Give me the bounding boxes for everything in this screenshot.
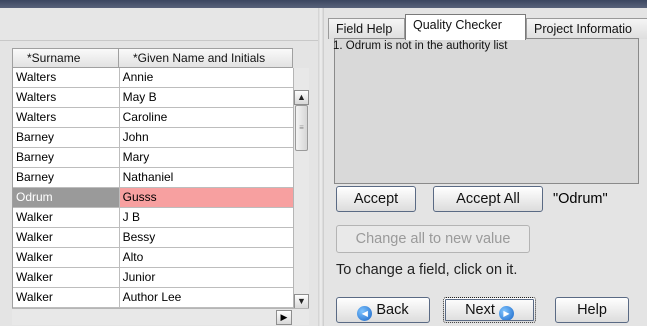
cell-surname[interactable]: Walker (13, 228, 120, 247)
quality-checker-pane: Field Help Quality Checker Project Infor… (324, 8, 647, 326)
chevron-down-icon[interactable]: ▼ (294, 294, 309, 309)
cell-surname[interactable]: Barney (13, 128, 120, 147)
tab-quality-checker[interactable]: Quality Checker (405, 14, 526, 40)
cell-given-name[interactable]: J B (120, 208, 293, 227)
quality-message: 1. Odrum is not in the authority list (333, 40, 508, 52)
cell-given-name[interactable]: Nathaniel (120, 168, 293, 187)
table-row[interactable]: Barney Nathaniel (13, 168, 293, 188)
cell-surname[interactable]: Walters (13, 88, 120, 107)
grid-toolbar (0, 8, 318, 41)
cell-given-name[interactable]: Bessy (120, 228, 293, 247)
window-title-bar (0, 0, 647, 8)
table-row[interactable]: Walters Caroline (13, 108, 293, 128)
back-button[interactable]: ◀ Back (336, 297, 430, 323)
table-row[interactable]: Walters May B (13, 88, 293, 108)
table-row[interactable]: Walker Author Lee (13, 288, 293, 308)
accept-all-button[interactable]: Accept All (433, 186, 543, 212)
current-value-label: "Odrum" (553, 191, 608, 207)
cell-given-name[interactable]: Caroline (120, 108, 293, 127)
cell-given-name[interactable]: Junior (120, 268, 293, 287)
quality-message-box (334, 38, 639, 184)
back-button-label: Back (376, 302, 409, 318)
cell-surname[interactable]: Walker (13, 288, 120, 307)
instruction-text: To change a field, click on it. (336, 262, 518, 278)
cell-surname[interactable]: Walker (13, 208, 120, 227)
column-header-surname[interactable]: *Surname (12, 48, 119, 68)
scrollbar-thumb[interactable]: ≡ (295, 105, 308, 151)
next-button-label: Next (465, 302, 495, 318)
horizontal-scrollbar[interactable]: ▶ (12, 308, 309, 325)
cell-given-name[interactable]: Alto (120, 248, 293, 267)
tab-bar: Field Help Quality Checker Project Infor… (328, 14, 647, 40)
table-row[interactable]: Barney John (13, 128, 293, 148)
cell-surname[interactable]: Barney (13, 168, 120, 187)
change-all-button[interactable]: Change all to new value (336, 225, 530, 253)
records-pane: *Surname *Given Name and Initials Walter… (0, 8, 318, 326)
cell-surname[interactable]: Walters (13, 68, 120, 87)
cell-given-name[interactable]: John (120, 128, 293, 147)
cell-given-name[interactable]: Annie (120, 68, 293, 87)
cell-surname[interactable]: Walters (13, 108, 120, 127)
table-row[interactable]: Barney Mary (13, 148, 293, 168)
table-row[interactable]: Walters Annie (13, 68, 293, 88)
left-arrow-circle-icon: ◀ (357, 306, 373, 321)
table-row[interactable]: Walker J B (13, 208, 293, 228)
vertical-scrollbar[interactable]: ▲ ≡ ▼ (293, 68, 309, 309)
cell-given-name[interactable]: Gusss (119, 188, 293, 207)
cell-surname[interactable]: Odrum (13, 188, 120, 207)
cell-given-name[interactable]: Mary (120, 148, 293, 167)
records-grid: Walters Annie Walters May B Walters Caroline B… (12, 68, 293, 308)
accept-button[interactable]: Accept (336, 186, 416, 212)
right-arrow-circle-icon: ▶ (498, 306, 514, 321)
cell-given-name[interactable]: May B (120, 88, 293, 107)
table-row[interactable]: Odrum Gusss (13, 188, 293, 208)
table-row[interactable]: Walker Bessy (13, 228, 293, 248)
chevron-right-icon[interactable]: ▶ (276, 310, 292, 325)
cell-surname[interactable]: Barney (13, 148, 120, 167)
table-row[interactable]: Walker Junior (13, 268, 293, 288)
tab-field-help[interactable]: Field Help (328, 18, 405, 39)
cell-surname[interactable]: Walker (13, 268, 120, 287)
cell-surname[interactable]: Walker (13, 248, 120, 267)
next-button[interactable]: Next ▶ (443, 297, 536, 323)
table-row[interactable]: Walker Alto (13, 248, 293, 268)
cell-given-name[interactable]: Author Lee (120, 288, 293, 307)
help-button[interactable]: Help (555, 297, 629, 323)
tab-project-information[interactable]: Project Informatio (526, 18, 647, 39)
chevron-up-icon[interactable]: ▲ (294, 90, 309, 105)
column-header-given-name[interactable]: *Given Name and Initials (118, 48, 293, 68)
